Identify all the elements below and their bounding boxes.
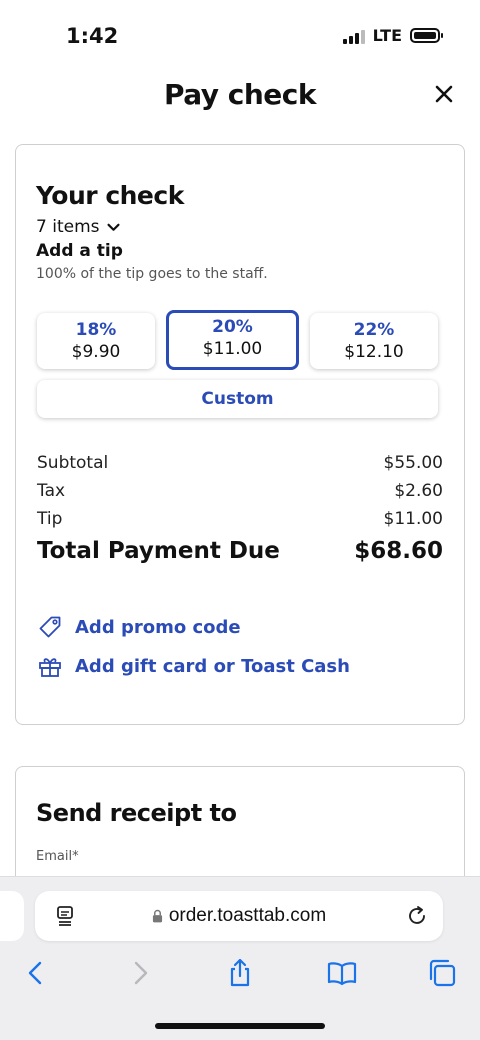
close-button[interactable] bbox=[432, 82, 456, 106]
add-promo-code-link[interactable]: Add promo code bbox=[37, 614, 241, 640]
total-row: Total Payment Due $68.60 bbox=[37, 538, 443, 564]
tip-row: Tip $11.00 bbox=[37, 509, 443, 529]
tip-amount: $11.00 bbox=[202, 339, 263, 359]
address-bar[interactable]: order.toasttab.com bbox=[35, 891, 443, 941]
network-label: LTE bbox=[372, 26, 402, 45]
check-card: Your check 7 items Add a tip 100% of the… bbox=[15, 144, 465, 725]
tax-value: $2.60 bbox=[394, 481, 443, 501]
tabs-icon bbox=[429, 959, 456, 987]
page-title: Pay check bbox=[163, 78, 317, 111]
tip-option-22[interactable]: 22% $12.10 bbox=[310, 313, 438, 369]
custom-tip-button[interactable]: Custom bbox=[37, 380, 438, 418]
home-indicator[interactable] bbox=[155, 1023, 325, 1029]
chevron-down-icon bbox=[107, 223, 121, 231]
tip-option-20[interactable]: 20% $11.00 bbox=[166, 310, 299, 370]
url-text: order.toasttab.com bbox=[168, 905, 327, 926]
tabs-button[interactable] bbox=[426, 957, 458, 989]
status-time: 1:42 bbox=[66, 24, 119, 48]
items-toggle[interactable]: 7 items bbox=[36, 217, 121, 237]
tip-percent: 22% bbox=[353, 320, 395, 340]
book-icon bbox=[327, 962, 357, 986]
tip-heading: Add a tip bbox=[36, 241, 123, 261]
battery-icon bbox=[410, 28, 443, 43]
chevron-right-icon bbox=[134, 961, 148, 985]
promo-label: Add promo code bbox=[75, 616, 241, 638]
tip-label: Tip bbox=[37, 509, 63, 529]
tax-label: Tax bbox=[37, 481, 66, 501]
browser-toolbar: order.toasttab.com bbox=[0, 876, 480, 1040]
tip-percent: 18% bbox=[75, 320, 117, 340]
total-label: Total Payment Due bbox=[37, 538, 280, 564]
tip-note: 100% of the tip goes to the staff. bbox=[36, 266, 268, 282]
tip-value: $11.00 bbox=[383, 509, 443, 529]
share-button[interactable] bbox=[224, 957, 256, 989]
status-bar: 1:42 LTE bbox=[0, 0, 480, 70]
subtotal-value: $55.00 bbox=[383, 453, 443, 473]
status-indicators: LTE bbox=[342, 26, 443, 45]
items-toggle-label: 7 items bbox=[36, 217, 100, 237]
bookmarks-button[interactable] bbox=[326, 957, 358, 989]
add-gift-card-link[interactable]: Add gift card or Toast Cash bbox=[37, 653, 350, 679]
email-label: Email* bbox=[36, 849, 79, 864]
gift-icon bbox=[39, 658, 61, 677]
tax-row: Tax $2.60 bbox=[37, 481, 443, 501]
tip-amount: $9.90 bbox=[71, 342, 121, 362]
gift-label: Add gift card or Toast Cash bbox=[75, 655, 350, 677]
subtotal-row: Subtotal $55.00 bbox=[37, 453, 443, 473]
back-button[interactable] bbox=[20, 957, 52, 989]
chevron-left-icon bbox=[28, 961, 42, 985]
reload-icon[interactable] bbox=[405, 904, 429, 928]
tip-amount: $12.10 bbox=[344, 342, 404, 362]
forward-button[interactable] bbox=[124, 957, 156, 989]
tip-percent: 20% bbox=[212, 317, 253, 337]
total-value: $68.60 bbox=[354, 538, 443, 564]
close-icon bbox=[435, 85, 453, 103]
check-title: Your check bbox=[36, 181, 184, 210]
tag-icon bbox=[39, 616, 61, 638]
subtotal-label: Subtotal bbox=[37, 453, 109, 473]
previous-tab-preview[interactable] bbox=[0, 891, 24, 941]
signal-icon bbox=[342, 28, 365, 44]
receipt-title: Send receipt to bbox=[36, 799, 237, 827]
share-icon bbox=[230, 958, 250, 987]
lock-icon bbox=[152, 909, 162, 923]
tip-option-18[interactable]: 18% $9.90 bbox=[37, 313, 155, 369]
url-display: order.toasttab.com bbox=[35, 891, 443, 941]
